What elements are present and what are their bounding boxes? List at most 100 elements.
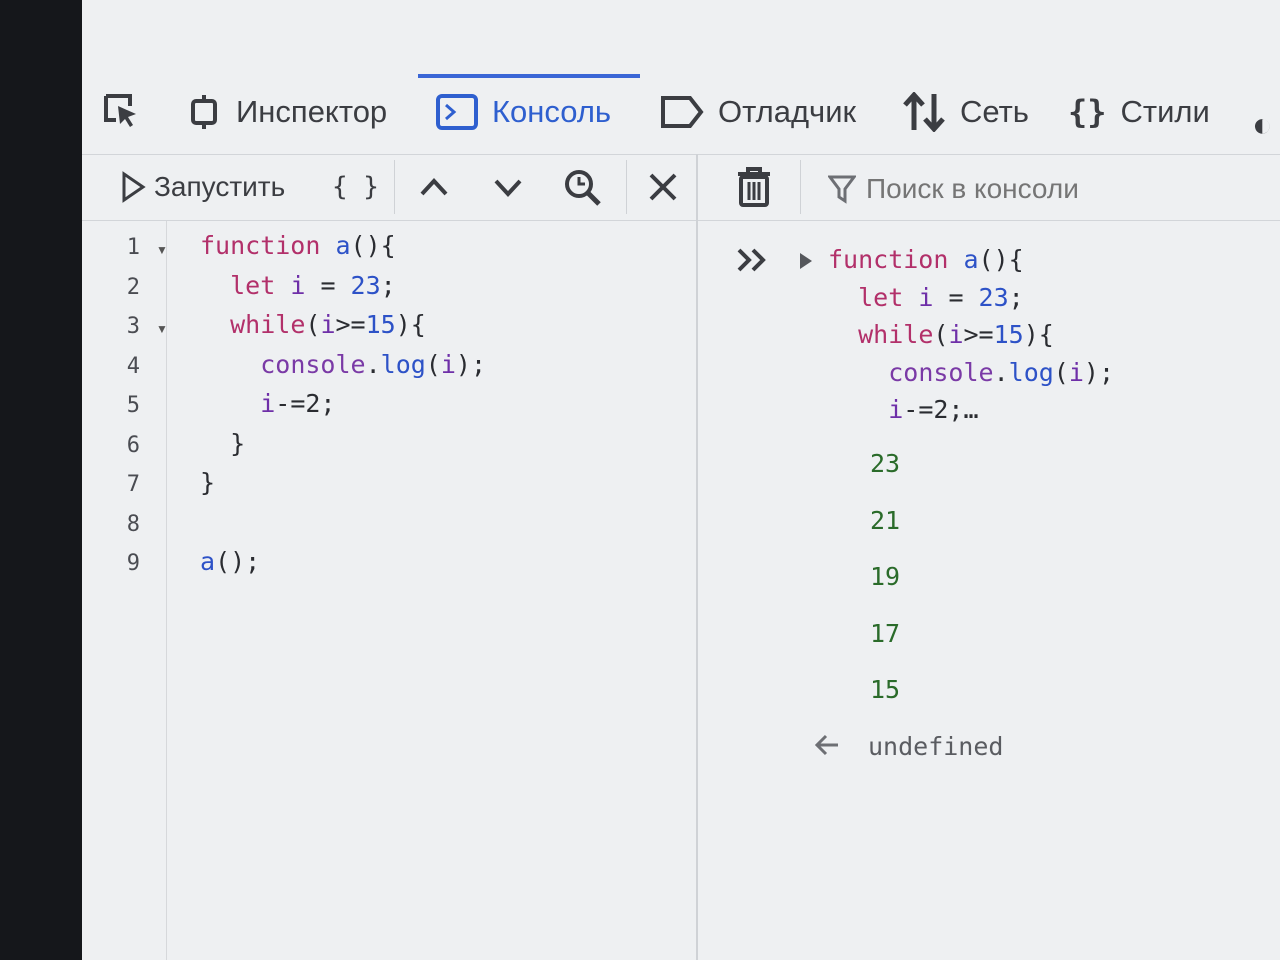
code-token: ); — [455, 349, 487, 379]
line-number: 7 — [126, 472, 140, 497]
code-token: i — [440, 349, 456, 379]
console-input-line: console.log(i); — [828, 358, 1114, 387]
console-log-output: 23 — [870, 449, 901, 478]
chevron-up-icon — [420, 178, 448, 196]
trash-icon — [738, 167, 770, 207]
history-previous-button[interactable] — [418, 164, 450, 210]
editor-line: a(); — [200, 547, 260, 576]
tab-console[interactable]: Консоль — [436, 88, 611, 136]
code-token: console — [888, 357, 994, 387]
tab-debugger-label: Отладчик — [718, 94, 857, 129]
devtools-window: Инспектор Консоль Отладчик Сеть {} Стили… — [82, 0, 1280, 960]
close-editor-button[interactable] — [646, 164, 680, 210]
code-token: while — [230, 310, 306, 339]
editor-line: console.log(i); — [200, 350, 486, 379]
code-token: } — [200, 428, 246, 458]
debugger-icon — [660, 95, 704, 129]
history-next-button[interactable] — [492, 164, 524, 210]
multiline-editor[interactable]: 1 2 3 4 5 6 7 8 9 ▼ ▼ function a(){ let i = 23; wh… — [82, 221, 694, 960]
network-icon — [902, 92, 946, 132]
console-input-line: i-=2;… — [828, 395, 978, 424]
code-token: i — [320, 310, 336, 339]
tab-network[interactable]: Сеть — [902, 88, 1029, 136]
code-token: ; — [1008, 282, 1024, 312]
console-toolbar: Запустить { } — [82, 154, 1280, 221]
tab-debugger[interactable]: Отладчик — [660, 88, 856, 136]
code-token: (); — [215, 547, 261, 576]
performance-icon[interactable]: ◐ — [1252, 106, 1273, 145]
console-input-line: function a(){ — [828, 245, 1024, 274]
run-button[interactable]: Запустить — [120, 164, 285, 210]
line-number: 9 — [126, 551, 140, 576]
clear-console-button[interactable] — [736, 164, 772, 210]
element-picker-icon[interactable] — [100, 90, 140, 130]
return-arrow-icon — [814, 734, 838, 756]
code-token: i — [888, 395, 904, 424]
code-token: 23 — [350, 270, 381, 300]
console-output: function a(){ let i = 23; while(i>=15){ … — [698, 221, 1280, 960]
code-token: (){ — [350, 231, 396, 260]
code-token: log — [1008, 357, 1054, 387]
line-number: 2 — [126, 274, 140, 300]
expand-arrow-icon[interactable] — [798, 251, 814, 271]
code-token: 23 — [978, 282, 1009, 312]
line-number: 4 — [126, 353, 140, 379]
filter-icon — [828, 175, 856, 204]
code-token: = — [933, 282, 979, 312]
editor-line: } — [200, 468, 215, 497]
tab-style-editor[interactable]: {} Стили — [1068, 88, 1210, 136]
code-token: function — [828, 245, 949, 274]
code-token: } — [200, 468, 216, 497]
console-search-input[interactable] — [864, 172, 1248, 206]
tab-network-label: Сеть — [960, 94, 1029, 129]
console-log-output: 17 — [870, 618, 901, 648]
code-token: ( — [425, 349, 441, 379]
console-result: undefined — [868, 732, 1004, 761]
code-token: . — [993, 357, 1009, 387]
code-token: i — [290, 270, 306, 300]
line-number: 6 — [126, 432, 140, 458]
fold-toggle-icon[interactable]: ▼ — [156, 243, 168, 257]
editor-line: } — [200, 429, 245, 458]
editor-line: i-=2; — [200, 389, 335, 418]
line-number-gutter: 1 2 3 4 5 6 7 8 9 ▼ ▼ — [82, 221, 168, 960]
inspector-icon — [186, 94, 222, 130]
history-search-icon — [565, 170, 601, 206]
screen-bezel — [0, 0, 82, 960]
devtools-tab-bar: Инспектор Консоль Отладчик Сеть {} Стили… — [82, 70, 1280, 155]
console-filter[interactable] — [828, 166, 1248, 212]
code-token: >= — [963, 320, 994, 349]
pretty-print-label: { } — [332, 172, 379, 202]
fold-toggle-icon[interactable]: ▼ — [156, 322, 168, 336]
chevron-down-icon — [494, 179, 522, 197]
line-number: 8 — [126, 511, 140, 537]
reverse-search-button[interactable] — [562, 164, 602, 210]
code-token: let — [230, 270, 276, 300]
code-token: = — [305, 270, 351, 300]
tab-style-editor-label: Стили — [1120, 94, 1210, 129]
code-token: log — [380, 349, 426, 379]
tab-inspector[interactable]: Инспектор — [186, 88, 387, 136]
close-icon — [649, 173, 677, 201]
toolbar-separator — [394, 160, 395, 214]
editor-line: let i = 23; — [200, 271, 396, 300]
pretty-print-button[interactable]: { } — [332, 164, 379, 210]
code-token: ; — [380, 270, 396, 300]
code-token: console — [260, 349, 366, 379]
code-token: ( — [933, 320, 949, 349]
line-number: 5 — [126, 393, 140, 418]
tab-console-label: Консоль — [492, 94, 612, 129]
tab-inspector-label: Инспектор — [236, 94, 388, 129]
console-log-output: 19 — [870, 562, 901, 591]
